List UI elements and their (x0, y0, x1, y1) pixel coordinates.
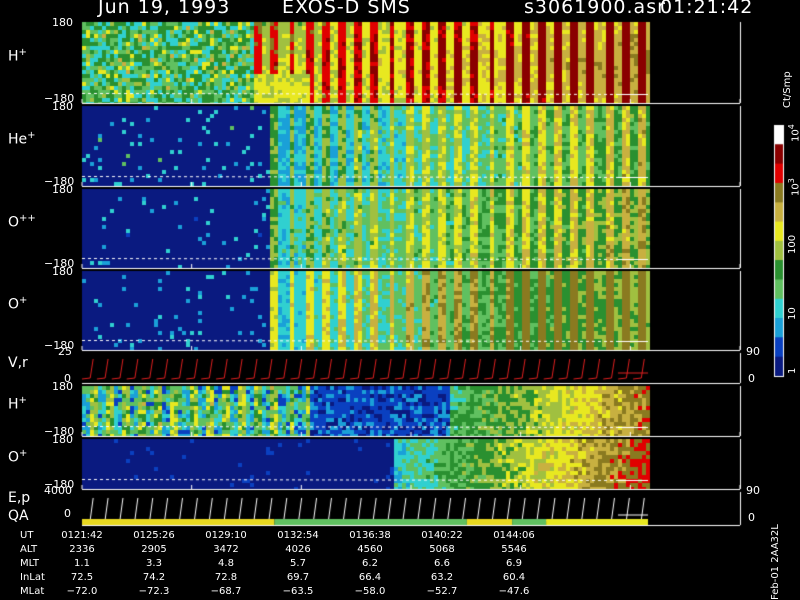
table-cell: 3.3 (146, 558, 162, 569)
ytick-top-h1: 180 (52, 16, 73, 29)
table-cell: 2905 (141, 544, 167, 555)
table-cell: −47.6 (498, 586, 530, 597)
ytick-top-o1: 180 (52, 265, 73, 278)
file-time: 01:21:42 (660, 0, 754, 18)
ytick-bottom-ep: 0 (64, 507, 71, 520)
panel-label-o2: O+ (8, 448, 28, 466)
table-cell: 74.2 (142, 572, 166, 583)
table-cell: 6.9 (506, 558, 522, 569)
panel-label-he: He+ (8, 130, 36, 148)
table-cell: 6.6 (434, 558, 450, 569)
table-cell: −72.0 (66, 586, 98, 597)
table-cell: 2336 (69, 544, 95, 555)
panel-label-qa: QA (8, 508, 29, 524)
table-cell: 66.4 (358, 572, 382, 583)
table-cell: 0140:22 (421, 530, 463, 541)
colorbar-tick-2: 100 (787, 234, 798, 254)
table-cell: 0121:42 (61, 530, 103, 541)
table-cell: 63.2 (430, 572, 454, 583)
table-row-label-inlat: InLat (20, 572, 45, 583)
panel-label-h1: H+ (8, 46, 27, 65)
colorbar-tick-4: 104 (787, 124, 800, 142)
table-cell: 5068 (429, 544, 455, 555)
spectrogram-canvas (0, 0, 800, 600)
table-row-label-mlat: MLat (20, 586, 45, 597)
table-cell: 72.5 (70, 572, 94, 583)
table-cell: 4560 (357, 544, 383, 555)
table-cell: −68.7 (210, 586, 242, 597)
footer-stamp: Feb-01 2AA32L (770, 524, 781, 600)
panel-label-ep: E,p (8, 490, 31, 506)
ytick-top-opp: 180 (52, 183, 73, 196)
ytick-bottom-vr: 0 (64, 372, 71, 385)
table-cell: −58.0 (354, 586, 386, 597)
table-row-label-alt: ALT (20, 544, 38, 555)
colorbar-tick-1: 10 (787, 307, 798, 320)
table-cell: 0125:26 (133, 530, 175, 541)
panel-label-vr: V,r (8, 355, 28, 371)
plot-date: Jun 19, 1993 (98, 0, 231, 18)
table-cell: 5546 (501, 544, 527, 555)
ytick-right-bottom-vr: 0 (748, 372, 755, 385)
table-cell: 69.7 (286, 572, 310, 583)
table-cell: 0129:10 (205, 530, 247, 541)
table-cell: 0144:06 (493, 530, 535, 541)
panel-label-o1: O+ (8, 294, 28, 313)
table-cell: 0136:38 (349, 530, 391, 541)
table-cell: 4.8 (218, 558, 234, 569)
colorbar-tick-3: 103 (787, 178, 800, 196)
instrument-title: EXOS-D SMS (282, 0, 411, 18)
colorbar-tick-0: 1 (787, 367, 798, 374)
table-cell: 3472 (213, 544, 239, 555)
ytick-top-ep: 4000 (44, 484, 72, 497)
ytick-right-bottom-ep: 0 (748, 511, 755, 524)
ytick-top-o2: 180 (52, 433, 73, 446)
table-row-label-ut: UT (20, 530, 34, 541)
table-row-label-mlt: MLT (20, 558, 39, 569)
table-cell: 1.1 (74, 558, 90, 569)
file-name: s3061900.asr (524, 0, 666, 18)
ytick-right-top-vr: 90 (746, 345, 760, 358)
panel-label-h2: H+ (8, 395, 27, 413)
panel-label-opp: O++ (8, 212, 36, 231)
table-cell: 72.8 (214, 572, 238, 583)
table-cell: −72.3 (138, 586, 170, 597)
ytick-top-he: 180 (52, 100, 73, 113)
table-cell: −63.5 (282, 586, 314, 597)
table-cell: 0132:54 (277, 530, 319, 541)
table-cell: 5.7 (290, 558, 306, 569)
table-cell: 4026 (285, 544, 311, 555)
ytick-top-vr: 25 (58, 345, 72, 358)
table-cell: −52.7 (426, 586, 458, 597)
colorbar-label: Ct/Smp (782, 71, 793, 108)
ytick-right-top-ep: 90 (746, 484, 760, 497)
table-cell: 60.4 (502, 572, 526, 583)
table-cell: 6.2 (362, 558, 378, 569)
